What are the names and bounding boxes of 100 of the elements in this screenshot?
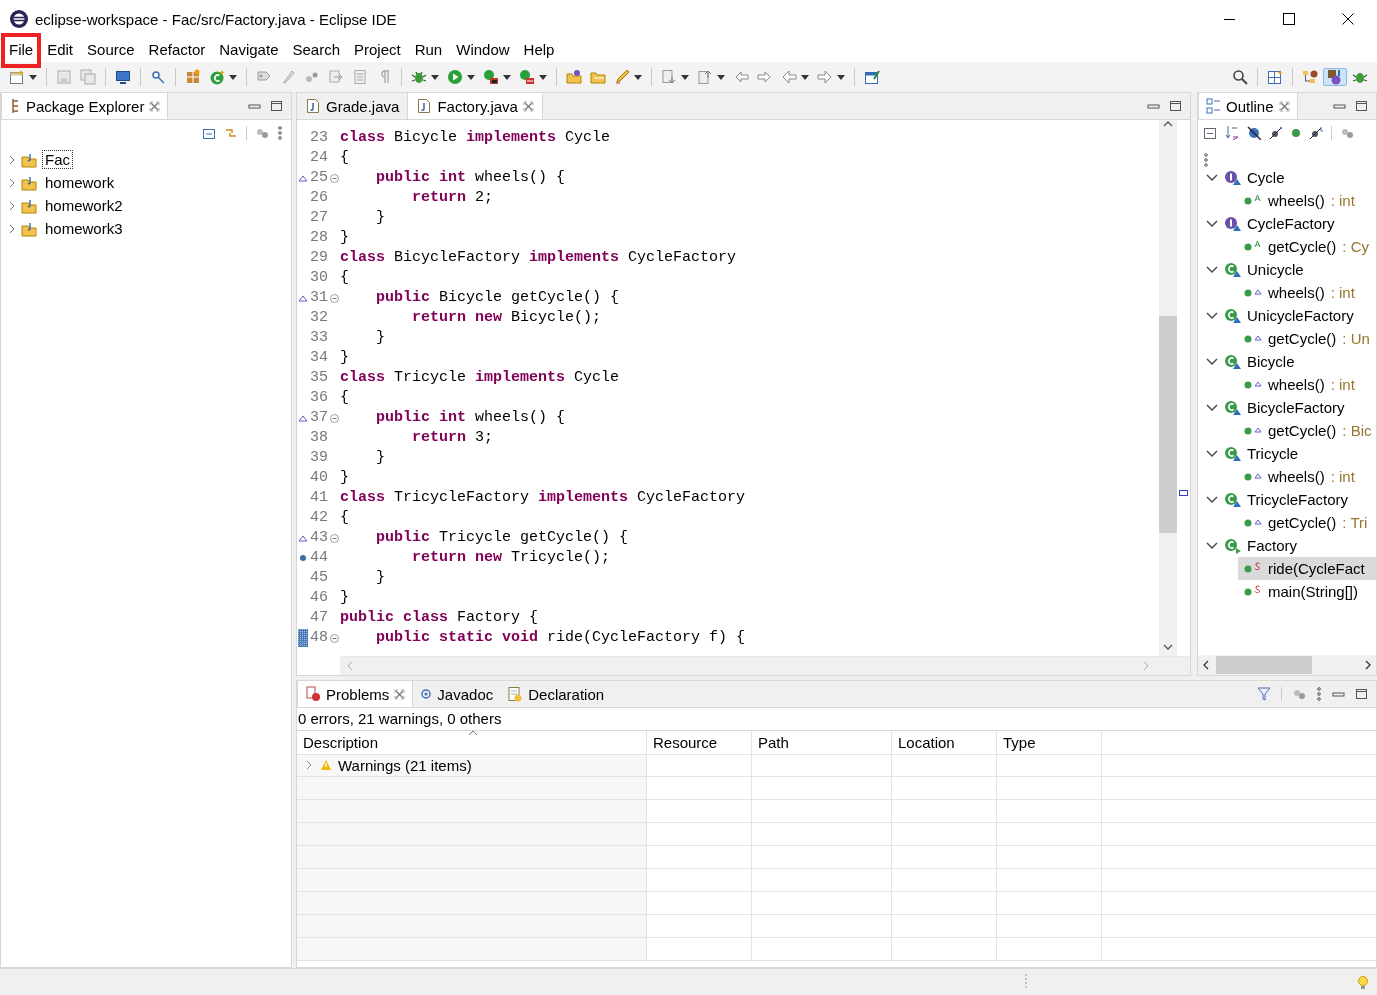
compare-icon[interactable] (328, 69, 344, 85)
collapse-chevron-icon[interactable] (1206, 356, 1218, 367)
next-annotation-icon[interactable] (661, 69, 677, 85)
expand-chevron-icon[interactable] (8, 177, 16, 188)
group-icon[interactable] (1292, 687, 1306, 701)
dropdown-caret-icon[interactable] (717, 73, 725, 81)
open-type-icon[interactable] (566, 69, 582, 85)
hide-fields-icon[interactable] (1247, 126, 1261, 140)
dropdown-caret-icon[interactable] (539, 73, 547, 81)
hide-local-types-icon[interactable] (1309, 126, 1323, 140)
java-perspective-icon[interactable] (1327, 69, 1343, 85)
menu-item[interactable]: Edit (40, 38, 81, 62)
expand-chevron-icon[interactable] (305, 760, 314, 770)
method-item[interactable]: wheels() (1268, 192, 1325, 209)
collapse-chevron-icon[interactable] (1206, 540, 1218, 551)
collapse-chevron-icon[interactable] (1206, 218, 1218, 229)
vertical-scrollbar[interactable] (1159, 120, 1177, 656)
method-item[interactable]: wheels() (1268, 468, 1325, 485)
fold-toggle-icon[interactable] (329, 293, 339, 303)
menu-item[interactable]: Run (407, 38, 450, 62)
method-item[interactable]: main(String[]) (1268, 583, 1359, 600)
menu-item[interactable]: Help (516, 38, 562, 62)
view-tab[interactable]: Outline (1198, 93, 1298, 119)
method-item[interactable]: wheels() (1268, 284, 1325, 301)
editor-tab[interactable]: Factory.java (407, 93, 543, 119)
filter-icon[interactable] (1257, 687, 1271, 701)
type-item[interactable]: BicycleFactory (1247, 399, 1345, 416)
collapse-all-icon[interactable] (202, 126, 216, 140)
menu-item[interactable]: File (2, 38, 41, 62)
collapse-chevron-icon[interactable] (1206, 402, 1218, 413)
last-edit-icon[interactable] (733, 69, 749, 85)
method-item[interactable]: getCycle() (1268, 238, 1337, 255)
method-item[interactable]: getCycle() (1268, 514, 1337, 531)
debug-icon[interactable] (411, 69, 427, 85)
menu-item[interactable]: Window (449, 38, 517, 62)
type-item[interactable]: Bicycle (1247, 353, 1295, 370)
maximize-icon[interactable] (1355, 688, 1368, 700)
view-tab[interactable]: Package Explorer (1, 93, 169, 119)
dropdown-caret-icon[interactable] (431, 73, 439, 81)
menu-item[interactable]: Project (347, 38, 408, 62)
maximize-icon[interactable] (270, 100, 283, 112)
view-tab[interactable]: Javadoc (413, 681, 501, 707)
column-header[interactable]: Description (297, 731, 647, 755)
maximize-icon[interactable] (1355, 100, 1368, 112)
type-item[interactable]: Tricycle (1247, 445, 1299, 462)
fold-toggle-icon[interactable] (329, 633, 339, 643)
view-menu-icon[interactable] (1203, 153, 1209, 167)
dropdown-caret-icon[interactable] (467, 73, 475, 81)
expand-chevron-icon[interactable] (8, 223, 16, 234)
run-external-icon[interactable] (483, 69, 499, 85)
view-menu-icon[interactable] (1316, 687, 1322, 701)
filter-icon[interactable] (1340, 126, 1354, 140)
type-item[interactable]: Cycle (1247, 169, 1285, 186)
view-tab[interactable]: Problems (297, 681, 414, 707)
type-item[interactable]: TricycleFactory (1247, 491, 1349, 508)
project-name[interactable]: Fac (42, 150, 73, 169)
type-item[interactable]: UnicycleFactory (1247, 307, 1354, 324)
menu-item[interactable]: Navigate (212, 38, 286, 62)
column-header[interactable]: Path (752, 731, 892, 755)
fold-toggle-icon[interactable] (329, 173, 339, 183)
collapse-chevron-icon[interactable] (1206, 494, 1218, 505)
method-item[interactable]: wheels() (1268, 376, 1325, 393)
close-icon[interactable] (1341, 13, 1354, 25)
scroll-right-icon[interactable] (1364, 660, 1372, 670)
type-item[interactable]: Factory (1247, 537, 1297, 554)
monitor-icon[interactable] (115, 69, 131, 85)
coverage-icon[interactable] (519, 69, 535, 85)
project-name[interactable]: homework (42, 173, 118, 192)
maximize-icon[interactable] (1169, 100, 1182, 112)
menu-item[interactable]: Search (285, 38, 347, 62)
collapse-chevron-icon[interactable] (1206, 448, 1218, 459)
expand-chevron-icon[interactable] (8, 200, 16, 211)
menu-item[interactable]: Source (80, 38, 142, 62)
public-members-icon[interactable] (1291, 128, 1301, 138)
dropdown-caret-icon[interactable] (681, 73, 689, 81)
method-item[interactable]: getCycle() (1268, 422, 1337, 439)
open-perspective-icon[interactable] (1267, 69, 1283, 85)
column-header[interactable]: Location (892, 731, 997, 755)
fold-toggle-icon[interactable] (329, 413, 339, 423)
dropdown-caret-icon[interactable] (801, 73, 809, 81)
method-item[interactable]: getCycle() (1268, 330, 1337, 347)
dropdown-caret-icon[interactable] (503, 73, 511, 81)
hide-static-icon[interactable] (1269, 126, 1283, 140)
search-icon[interactable] (1232, 69, 1248, 85)
filter-icon[interactable] (255, 126, 269, 140)
project-name[interactable]: homework3 (42, 219, 126, 238)
collapse-chevron-icon[interactable] (1206, 264, 1218, 275)
open-folder-icon[interactable] (590, 69, 606, 85)
column-header[interactable]: Resource (647, 731, 752, 755)
view-menu-icon[interactable] (277, 126, 283, 140)
menu-item[interactable]: Refactor (141, 38, 213, 62)
view-tab[interactable]: Declaration (500, 681, 612, 707)
dropdown-caret-icon[interactable] (837, 73, 845, 81)
editor-tab[interactable]: Grade.java (297, 93, 408, 119)
collapse-all-icon[interactable] (1203, 125, 1217, 141)
horizontal-scrollbar[interactable] (1198, 655, 1376, 675)
column-header[interactable]: Type (997, 731, 1102, 755)
scroll-left-icon[interactable] (1202, 660, 1210, 670)
dropdown-caret-icon[interactable] (29, 73, 37, 81)
project-name[interactable]: homework2 (42, 196, 126, 215)
